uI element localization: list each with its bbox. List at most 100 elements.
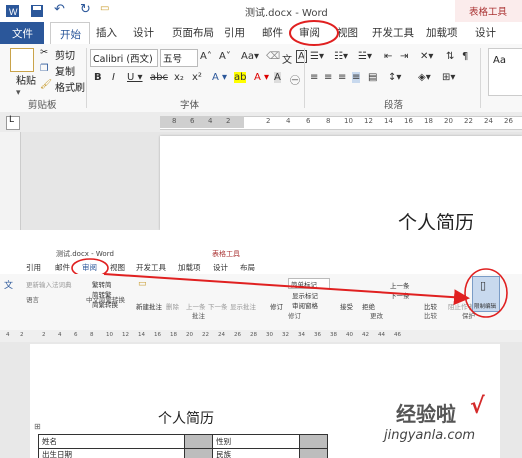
- align-right-icon[interactable]: ≡: [338, 72, 346, 83]
- ruler-number: 6: [190, 117, 195, 125]
- table-row: 出生日期 民族: [37, 447, 328, 458]
- font-name-select[interactable]: Calibri (西文): [90, 49, 158, 67]
- tab-references[interactable]: 引用: [224, 25, 245, 40]
- table-cell[interactable]: [299, 434, 328, 449]
- divider: [304, 48, 305, 108]
- format-painter-button[interactable]: 格式刷: [55, 79, 85, 94]
- redo-icon[interactable]: ↻: [80, 2, 91, 17]
- tab-developer[interactable]: 开发工具: [372, 25, 414, 40]
- clear-format-icon[interactable]: ⌫: [266, 51, 280, 62]
- table-cell[interactable]: 民族: [212, 447, 301, 458]
- highlight-icon[interactable]: ab: [234, 72, 247, 83]
- line-spacing-icon[interactable]: ↕▾: [388, 72, 401, 83]
- undo-icon[interactable]: ↶: [54, 2, 65, 17]
- save-icon[interactable]: [30, 4, 44, 18]
- text-effects-icon[interactable]: A ▾: [212, 72, 227, 83]
- ruler-number: 18: [170, 332, 177, 338]
- numbering-icon[interactable]: ☷▾: [334, 51, 348, 62]
- change-case-icon[interactable]: Aa▾: [241, 51, 259, 62]
- tab-selector[interactable]: L: [6, 115, 20, 130]
- ruler-number: 2: [266, 117, 271, 125]
- watermark-url: jingyanla.com: [384, 428, 476, 443]
- compare-group-label: 比较: [424, 312, 437, 320]
- divider: [86, 48, 87, 108]
- tab-layout[interactable]: 页面布局: [172, 25, 214, 40]
- table-cell[interactable]: [299, 447, 328, 458]
- strikethrough-icon[interactable]: abc: [150, 72, 168, 83]
- ruler-number: 26: [504, 117, 513, 125]
- ruler-number: 4: [58, 332, 62, 338]
- vertical-ruler: [0, 132, 21, 230]
- ruler-number: 10: [106, 332, 113, 338]
- multilevel-icon[interactable]: ☱▾: [358, 51, 372, 62]
- superscript-icon[interactable]: x²: [192, 72, 202, 83]
- tab-references[interactable]: 引用: [26, 262, 41, 273]
- update-ime-dictionary-button[interactable]: 更新输入法词典: [26, 279, 72, 289]
- underline-icon[interactable]: U ▾: [127, 72, 143, 83]
- ruler-number: 12: [122, 332, 129, 338]
- decrease-indent-icon[interactable]: ⇤: [384, 51, 392, 62]
- bullets-icon[interactable]: ☰▾: [310, 51, 324, 62]
- tab-design[interactable]: 设计: [133, 25, 154, 40]
- tab-view[interactable]: 视图: [337, 25, 358, 40]
- format-painter-icon[interactable]: 🖌: [40, 79, 52, 90]
- open-icon[interactable]: ▭: [100, 3, 109, 14]
- document-title: 个人简历: [158, 411, 214, 427]
- font-color-icon[interactable]: A ▾: [254, 72, 269, 83]
- distributed-icon[interactable]: ▤: [368, 72, 377, 83]
- paste-dropdown-icon[interactable]: ▾: [16, 88, 21, 98]
- char-border-icon[interactable]: A: [296, 50, 307, 63]
- tab-file-label: 文件: [12, 28, 33, 40]
- font-size-value: 五号: [163, 54, 183, 65]
- cut-button[interactable]: 剪切: [55, 47, 75, 62]
- tab-insert[interactable]: 插入: [96, 25, 117, 40]
- ruler-number: 18: [424, 117, 433, 125]
- shading-icon[interactable]: ◈▾: [418, 72, 431, 83]
- ruler-number: 12: [364, 117, 373, 125]
- cut-icon[interactable]: ✂: [40, 47, 48, 58]
- justify-icon[interactable]: ≡: [352, 72, 361, 83]
- tab-home[interactable]: 开始: [50, 22, 90, 46]
- copy-button[interactable]: 复制: [55, 63, 75, 78]
- translate-icon[interactable]: 文: [4, 278, 13, 291]
- revision-group-label: 修订: [288, 312, 301, 320]
- resume-table[interactable]: 姓名 性别 出生日期 民族: [37, 434, 328, 458]
- font-size-select[interactable]: 五号: [160, 49, 198, 67]
- paste-button[interactable]: 粘贴: [16, 72, 36, 87]
- tab-addins[interactable]: 加载项: [426, 25, 458, 40]
- tab-mailings[interactable]: 邮件: [55, 262, 70, 273]
- grow-font-icon[interactable]: A˄: [200, 51, 212, 62]
- copy-icon[interactable]: ❐: [40, 63, 49, 74]
- enclosed-char-icon[interactable]: ㊀: [290, 72, 300, 87]
- table-tools-context: 表格工具: [455, 0, 522, 22]
- tab-mailings[interactable]: 邮件: [262, 25, 283, 40]
- ruler-number: 2: [226, 117, 231, 125]
- increase-indent-icon[interactable]: ⇥: [400, 51, 408, 62]
- table-move-handle-icon[interactable]: ⊞: [34, 422, 41, 431]
- sort-icon[interactable]: ⇅: [446, 51, 454, 62]
- show-marks-icon[interactable]: ¶: [462, 51, 468, 62]
- borders-icon[interactable]: ⊞▾: [442, 72, 455, 83]
- align-center-icon[interactable]: ≡: [324, 72, 332, 83]
- tab-table-design[interactable]: 设计: [475, 25, 496, 40]
- shrink-font-icon[interactable]: A˅: [219, 51, 231, 62]
- ruler-number: 16: [404, 117, 413, 125]
- tab-file[interactable]: 文件: [0, 22, 44, 44]
- chinese-layout-icon[interactable]: ✕▾: [420, 51, 433, 62]
- table-cell[interactable]: [184, 434, 214, 449]
- table-cell[interactable]: 性别: [212, 434, 301, 449]
- align-left-icon[interactable]: ≡: [310, 72, 318, 83]
- subscript-icon[interactable]: x₂: [174, 72, 184, 83]
- char-shading-icon[interactable]: A: [274, 72, 281, 83]
- clipboard-icon: [10, 48, 34, 72]
- styles-gallery[interactable]: Aa: [488, 48, 522, 96]
- ruler-number: 42: [362, 332, 369, 338]
- italic-icon[interactable]: I: [112, 72, 115, 83]
- table-cell[interactable]: 出生日期: [37, 447, 186, 458]
- font-name-value: Calibri (西文): [93, 54, 153, 65]
- bold-icon[interactable]: B: [94, 72, 102, 83]
- phonetic-icon[interactable]: 文: [282, 51, 292, 66]
- table-cell[interactable]: [184, 447, 214, 458]
- review-highlight-ellipse: [289, 20, 339, 46]
- table-cell[interactable]: 姓名: [37, 434, 186, 449]
